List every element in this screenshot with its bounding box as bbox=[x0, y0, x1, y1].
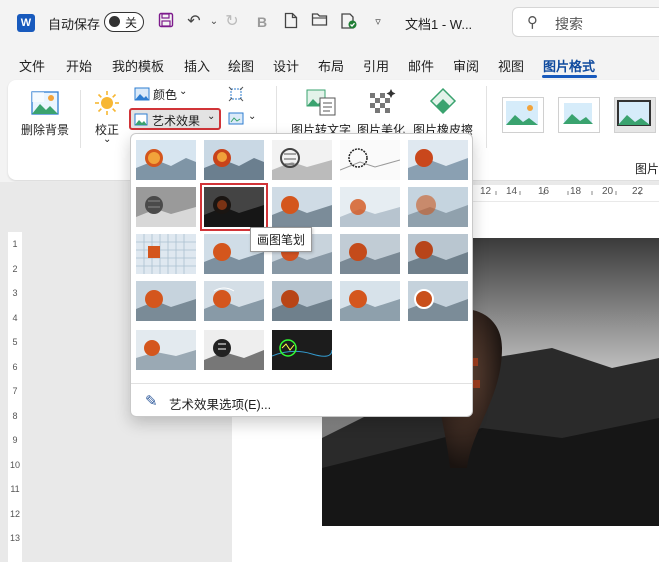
tab-file[interactable]: 文件 bbox=[19, 56, 45, 75]
picture-to-text-icon[interactable] bbox=[305, 87, 337, 117]
effect-paint-brush[interactable] bbox=[272, 187, 332, 227]
ruler-tick-label: 14 bbox=[506, 186, 518, 197]
gallery-divider bbox=[131, 383, 472, 384]
ruler-tick-label: 6 bbox=[12, 361, 18, 372]
picture-style-3[interactable] bbox=[614, 97, 656, 133]
artistic-effects-gallery: ✎ 艺术效果选项(E)... bbox=[130, 133, 473, 417]
artistic-effects-options-button[interactable]: 艺术效果选项(E)... bbox=[169, 394, 271, 413]
picture-style-2[interactable] bbox=[558, 97, 600, 133]
picture-styles-group-label: 图片 bbox=[635, 162, 659, 176]
ruler-tick-label: 3 bbox=[12, 288, 18, 298]
tab-view[interactable]: 视图 bbox=[498, 56, 524, 75]
open-folder-icon[interactable] bbox=[310, 12, 330, 32]
ruler-tick-label: 4 bbox=[12, 312, 18, 323]
tab-references[interactable]: 引用 bbox=[363, 56, 389, 75]
undo-dropdown-icon[interactable]: ⌄ bbox=[204, 12, 224, 32]
search-box[interactable]: ⚲ 搜索 bbox=[512, 7, 659, 37]
picture-style-1[interactable] bbox=[502, 97, 544, 133]
effect-pastels-smooth[interactable] bbox=[136, 281, 196, 321]
ruler-tick-label: 7 bbox=[12, 386, 18, 396]
effect-blur[interactable] bbox=[408, 187, 468, 227]
effect-mosaic-bubbles[interactable] bbox=[136, 234, 196, 274]
active-tab-indicator bbox=[542, 75, 597, 78]
save-icon[interactable] bbox=[156, 12, 176, 32]
ruler-tick-label: 18 bbox=[570, 186, 582, 197]
effect-cutout[interactable] bbox=[272, 281, 332, 321]
effect-glow-edges[interactable] bbox=[408, 281, 468, 321]
artistic-effects-button[interactable]: 艺术效果 ⌄ bbox=[129, 108, 221, 130]
corrections-icon[interactable] bbox=[94, 90, 120, 116]
corrections-dropdown-icon[interactable]: ⌄ bbox=[103, 134, 111, 145]
ruler-tick-label: 12 bbox=[9, 508, 20, 519]
artistic-effects-dropdown-icon: ⌄ bbox=[207, 111, 216, 122]
toggle-knob bbox=[109, 16, 120, 27]
tab-mailings[interactable]: 邮件 bbox=[408, 56, 434, 75]
effect-crisscross-etching[interactable] bbox=[408, 234, 468, 274]
bold-icon[interactable]: B bbox=[252, 12, 272, 32]
effect-plastic-wrap[interactable] bbox=[204, 281, 264, 321]
change-picture-icon[interactable] bbox=[228, 111, 244, 127]
effect-texturizer[interactable] bbox=[340, 234, 400, 274]
autosave-state: 关 bbox=[125, 16, 138, 30]
tab-home[interactable]: 开始 bbox=[66, 56, 92, 75]
effect-film-grain[interactable] bbox=[204, 330, 264, 370]
accessibility-check-icon[interactable] bbox=[339, 12, 359, 32]
remove-background-button[interactable]: 删除背景 bbox=[21, 121, 69, 138]
tab-draw[interactable]: 绘图 bbox=[228, 56, 254, 75]
ruler-tick-label: 11 bbox=[10, 484, 20, 494]
effect-chalk-sketch[interactable] bbox=[136, 187, 196, 227]
search-icon: ⚲ bbox=[527, 14, 538, 31]
artistic-effects-options-icon[interactable]: ✎ bbox=[145, 392, 158, 410]
tab-design[interactable]: 设计 bbox=[273, 56, 299, 75]
ruler-tick-label: 1 bbox=[12, 239, 18, 249]
tab-my-templates[interactable]: 我的模板 bbox=[112, 56, 164, 75]
color-dropdown-icon[interactable]: ⌄ bbox=[179, 86, 187, 97]
ruler-tick-label: 9 bbox=[12, 435, 18, 445]
effect-tooltip: 画图笔划 bbox=[250, 227, 313, 252]
ruler-tick-label: 10 bbox=[9, 459, 20, 470]
ruler-tick-label: 22 bbox=[632, 186, 644, 197]
autosave-label: 自动保存 bbox=[48, 17, 101, 32]
effect-marker[interactable] bbox=[204, 140, 264, 180]
effect-paint-strokes[interactable] bbox=[200, 183, 268, 231]
picture-beautify-icon[interactable] bbox=[367, 87, 397, 117]
ruler-tick-label: 20 bbox=[602, 186, 614, 197]
change-picture-dropdown-icon[interactable]: ⌄ bbox=[248, 111, 256, 122]
tab-review[interactable]: 审阅 bbox=[453, 56, 479, 75]
ruler-tick-label: 8 bbox=[12, 410, 18, 421]
autosave-toggle[interactable]: 关 bbox=[104, 12, 144, 32]
ruler-tick-label: 2 bbox=[12, 263, 18, 274]
effect-glow-diffused[interactable] bbox=[340, 187, 400, 227]
word-app-icon: W bbox=[17, 14, 35, 32]
effect-line-drawing[interactable] bbox=[408, 140, 468, 180]
effect-pencil-grayscale[interactable] bbox=[272, 140, 332, 180]
document-title: 文档1 - W... bbox=[405, 17, 473, 32]
new-document-icon[interactable] bbox=[281, 12, 301, 32]
effect-none[interactable] bbox=[136, 140, 196, 180]
search-placeholder: 搜索 bbox=[555, 16, 583, 32]
effect-pastel-sketch[interactable] bbox=[136, 330, 196, 370]
ruler-tick-label: 13 bbox=[9, 533, 20, 543]
redo-icon[interactable]: ↻ bbox=[222, 12, 242, 32]
effect-neon[interactable] bbox=[272, 330, 332, 370]
tab-picture-format[interactable]: 图片格式 bbox=[543, 56, 595, 75]
ribbon-separator bbox=[486, 86, 487, 148]
remove-background-icon[interactable] bbox=[30, 89, 60, 117]
artistic-effects-label: 艺术效果 bbox=[152, 114, 201, 128]
compress-pictures-icon[interactable] bbox=[228, 86, 244, 102]
undo-icon[interactable]: ↶ bbox=[184, 12, 204, 32]
customize-toolbar-icon[interactable]: ▿ bbox=[368, 12, 388, 32]
picture-eraser-icon[interactable] bbox=[428, 87, 458, 117]
ruler-tick-label: 12 bbox=[480, 186, 492, 197]
ruler-tick-label: 5 bbox=[12, 337, 18, 347]
tab-layout[interactable]: 布局 bbox=[318, 56, 344, 75]
color-icon[interactable] bbox=[134, 87, 150, 101]
vertical-ruler[interactable]: 1 2 3 4 5 6 7 8 9 10 11 12 13 bbox=[8, 232, 22, 562]
effect-pencil-sketch[interactable] bbox=[340, 140, 400, 180]
ruler-tick-label: 16 bbox=[538, 186, 550, 197]
color-button[interactable]: 颜色 bbox=[153, 86, 177, 103]
effect-photocopy[interactable] bbox=[340, 281, 400, 321]
ribbon-separator bbox=[80, 90, 81, 148]
tab-insert[interactable]: 插入 bbox=[184, 56, 210, 75]
